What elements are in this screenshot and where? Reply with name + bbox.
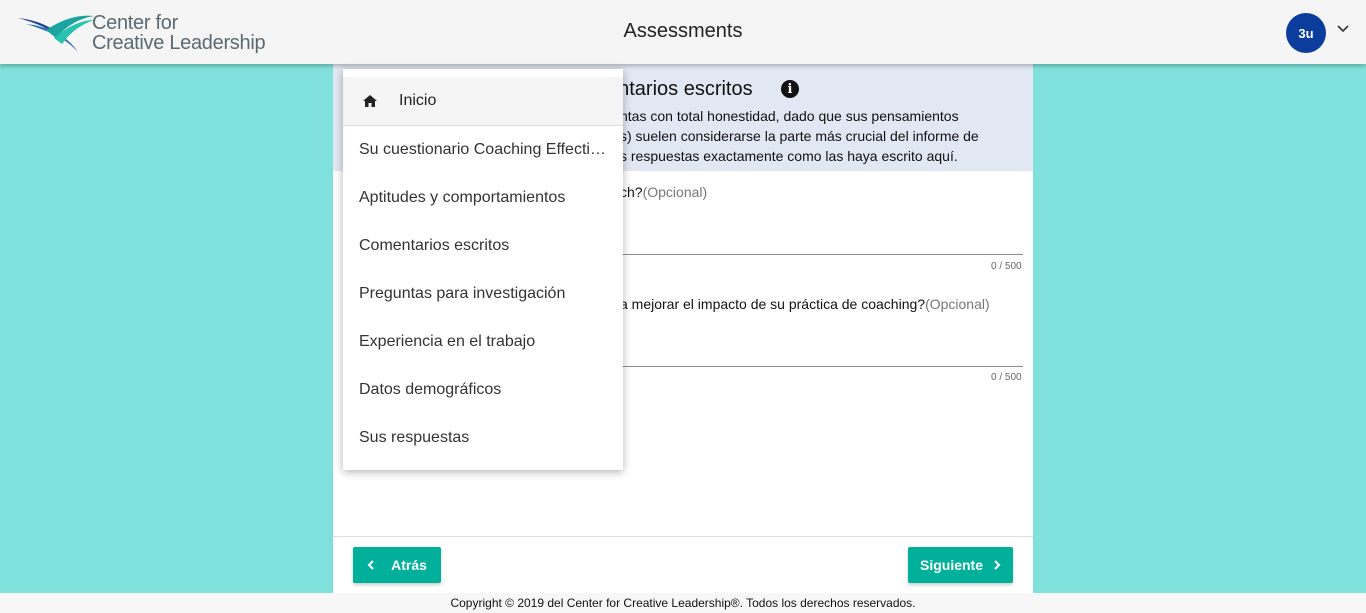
next-button[interactable]: Siguiente bbox=[908, 547, 1013, 583]
menu-item-your-responses[interactable]: Sus respuestas bbox=[359, 429, 609, 447]
menu-item-questionnaire[interactable]: Su cuestionario Coaching Effectiveness bbox=[359, 141, 609, 159]
question-1-optional: (Opcional) bbox=[642, 184, 708, 200]
menu-item-home[interactable]: Inicio bbox=[343, 77, 623, 126]
instructions-line-2: s) suelen considerarse la parte más cruc… bbox=[620, 128, 979, 144]
back-button[interactable]: Atrás bbox=[353, 547, 441, 583]
section-instructions: ntas con total honestidad, dado que sus … bbox=[620, 106, 979, 166]
question-1-label: ch?(Opcional) bbox=[620, 184, 707, 200]
footer-divider bbox=[333, 536, 1033, 537]
copyright-footer: Copyright © 2019 del Center for Creative… bbox=[0, 593, 1366, 613]
next-button-label: Siguiente bbox=[919, 557, 983, 573]
question-2-textarea[interactable] bbox=[620, 366, 1023, 367]
page-title: Assessments bbox=[623, 20, 743, 42]
question-2-label: a mejorar el impacto de su práctica de c… bbox=[620, 296, 990, 312]
question-1-text: ch? bbox=[620, 184, 643, 200]
menu-item-demographics[interactable]: Datos demográficos bbox=[359, 381, 609, 399]
section-title: entarios escritos bbox=[607, 78, 753, 100]
user-avatar[interactable]: 3u bbox=[1286, 13, 1326, 53]
menu-home-label: Inicio bbox=[399, 92, 437, 109]
instructions-line-1: ntas con total honestidad, dado que sus … bbox=[620, 108, 959, 124]
menu-item-skills[interactable]: Aptitudes y comportamientos bbox=[359, 189, 609, 207]
menu-item-written-comments[interactable]: Comentarios escritos bbox=[359, 237, 609, 255]
app-header: Center for Creative Leadership Assessmen… bbox=[0, 0, 1366, 64]
question-1-textarea[interactable] bbox=[620, 254, 1023, 255]
chevron-left-icon bbox=[367, 560, 374, 570]
menu-item-research-questions[interactable]: Preguntas para investigación bbox=[359, 285, 609, 303]
chevron-down-icon[interactable] bbox=[1336, 22, 1350, 36]
home-icon bbox=[363, 95, 377, 107]
question-2-text: a mejorar el impacto de su práctica de c… bbox=[620, 296, 926, 312]
info-icon[interactable]: i bbox=[781, 80, 799, 98]
chevron-right-icon bbox=[994, 560, 1001, 570]
instructions-line-3: s respuestas exactamente como las haya e… bbox=[620, 148, 958, 164]
question-1-counter: 0 / 500 bbox=[991, 261, 1022, 272]
question-2-counter: 0 / 500 bbox=[991, 372, 1022, 383]
question-2-optional: (Opcional) bbox=[925, 296, 990, 312]
back-button-label: Atrás bbox=[391, 557, 427, 573]
section-nav-menu: Inicio Su cuestionario Coaching Effectiv… bbox=[343, 69, 623, 470]
menu-item-work-experience[interactable]: Experiencia en el trabajo bbox=[359, 333, 609, 351]
